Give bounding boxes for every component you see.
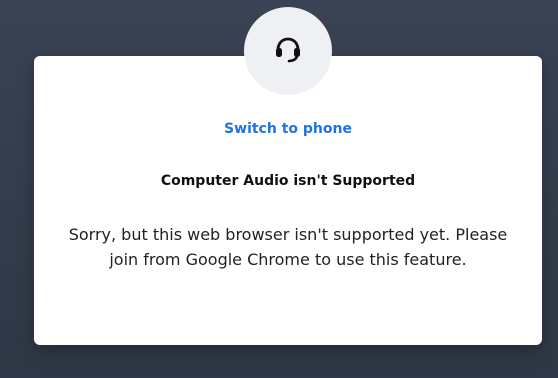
audio-dialog [34, 56, 542, 345]
switch-to-phone-link[interactable]: Switch to phone [0, 121, 558, 137]
dialog-message: Sorry, but this web browser isn't suppor… [68, 225, 508, 269]
headset-icon [270, 31, 306, 71]
headset-icon-container [244, 7, 332, 95]
dialog-title: Computer Audio isn't Supported [160, 173, 416, 189]
